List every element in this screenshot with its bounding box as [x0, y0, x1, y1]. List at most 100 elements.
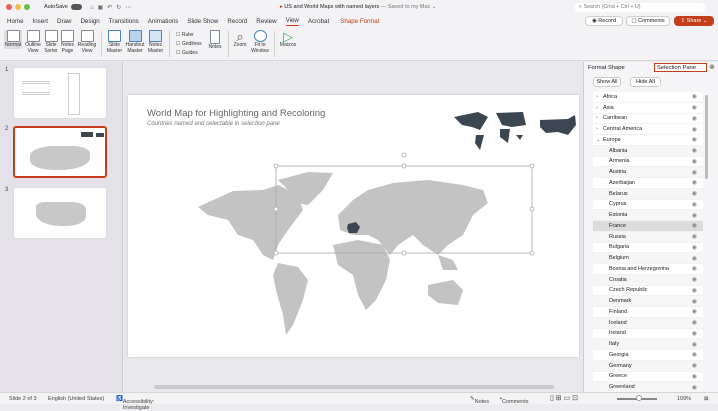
- selection-group[interactable]: › Africa ◉: [593, 92, 703, 103]
- selection-item[interactable]: Armenia ◉: [593, 156, 703, 168]
- horizontal-scrollbar[interactable]: [154, 385, 554, 389]
- tab-insert[interactable]: Insert: [33, 18, 48, 25]
- show-all-button[interactable]: Show All: [593, 77, 621, 87]
- eye-icon[interactable]: ◉: [692, 373, 697, 380]
- eye-icon[interactable]: ◉: [692, 104, 697, 111]
- selection-item[interactable]: France ◉: [593, 221, 703, 232]
- eye-icon[interactable]: ◉: [692, 212, 697, 219]
- selection-item[interactable]: Austria ◉: [593, 167, 703, 178]
- outline-view-button[interactable]: Outline View: [24, 30, 42, 54]
- quick-access-icons[interactable]: ⌂▣↶↻⋯: [90, 4, 135, 11]
- selection-item[interactable]: Azerbaijan ◉: [593, 178, 703, 189]
- selection-item[interactable]: Croatia ◉: [593, 274, 703, 286]
- eye-icon[interactable]: ◉: [692, 147, 697, 154]
- eye-icon[interactable]: ◉: [692, 222, 697, 229]
- slide-master-button[interactable]: Slide Master: [106, 30, 123, 54]
- close-pane-icon[interactable]: ⊗: [709, 63, 715, 71]
- eye-icon[interactable]: ◉: [692, 384, 697, 391]
- eye-icon[interactable]: ◉: [692, 169, 697, 176]
- notes-toggle[interactable]: ✎ Notes: [470, 396, 489, 405]
- eye-icon[interactable]: ◉: [692, 93, 697, 100]
- handout-master-button[interactable]: Handout Master: [125, 30, 145, 54]
- fit-to-window-button[interactable]: Fit to Window: [250, 30, 270, 54]
- selection-item[interactable]: Belarus ◉: [593, 188, 703, 200]
- eye-icon[interactable]: ◉: [692, 330, 697, 337]
- search-input[interactable]: ⌕ Search (Cmd + Ctrl + U): [575, 3, 705, 12]
- language-indicator[interactable]: English (United States): [48, 396, 104, 402]
- eye-icon[interactable]: ◉: [692, 190, 697, 197]
- selection-item[interactable]: Bulgaria ◉: [593, 242, 703, 254]
- selection-item[interactable]: Georgia ◉: [593, 350, 703, 361]
- selection-item[interactable]: Iceland ◉: [593, 317, 703, 329]
- zoom-window-button[interactable]: [24, 4, 30, 10]
- tab-selection-pane[interactable]: Selection Pane: [654, 63, 707, 72]
- eye-icon[interactable]: ◉: [692, 115, 697, 122]
- eye-icon[interactable]: ◉: [692, 308, 697, 315]
- record-button[interactable]: ◉ Record: [585, 16, 623, 26]
- selection-item[interactable]: Estonia ◉: [593, 210, 703, 221]
- eye-icon[interactable]: ◉: [692, 158, 697, 165]
- eye-icon[interactable]: ◉: [692, 287, 697, 294]
- selection-item[interactable]: Denmark ◉: [593, 296, 703, 307]
- eye-icon[interactable]: ◉: [692, 179, 697, 186]
- share-button[interactable]: ⇪ Share ⌄: [674, 16, 714, 26]
- zoom-level[interactable]: 109%: [677, 396, 691, 402]
- minimize-window-button[interactable]: [15, 4, 21, 10]
- selection-item[interactable]: Cyprus ◉: [593, 199, 703, 211]
- selection-item[interactable]: Italy ◉: [593, 339, 703, 350]
- selection-item[interactable]: Bosnia and Herzegovina ◉: [593, 264, 703, 275]
- tab-view[interactable]: View: [285, 17, 299, 26]
- eye-icon[interactable]: ◉: [692, 255, 697, 262]
- hide-all-button[interactable]: Hide All: [630, 77, 661, 87]
- slide-sorter-button[interactable]: Slide Sorter: [43, 30, 59, 54]
- eye-icon[interactable]: ◉: [692, 298, 697, 305]
- selection-item[interactable]: Russia ◉: [593, 231, 703, 243]
- normal-view-button[interactable]: Normal: [4, 30, 22, 49]
- reading-view-button[interactable]: Reading View: [77, 30, 97, 54]
- selection-item[interactable]: Belgium ◉: [593, 253, 703, 264]
- ruler-checkbox[interactable]: ☐ Ruler: [176, 31, 202, 40]
- chevron-right-icon[interactable]: ›: [596, 115, 603, 121]
- slide-thumbnail-1[interactable]: [13, 67, 107, 119]
- eye-icon[interactable]: ◉: [692, 319, 697, 326]
- selection-item[interactable]: Germany ◉: [593, 360, 703, 372]
- tab-home[interactable]: Home: [7, 18, 24, 25]
- eye-icon[interactable]: ◉: [692, 244, 697, 251]
- slide-canvas[interactable]: World Map for Highlighting and Recolorin…: [128, 95, 579, 357]
- chevron-right-icon[interactable]: ›: [596, 126, 603, 132]
- fit-slide-icon[interactable]: ⊠: [704, 396, 709, 402]
- eye-icon[interactable]: ◉: [692, 276, 697, 283]
- comments-button[interactable]: ▢ Comments: [626, 16, 670, 26]
- chevron-right-icon[interactable]: ›: [596, 105, 603, 111]
- tab-transitions[interactable]: Transitions: [109, 18, 139, 25]
- chevron-down-icon[interactable]: ⌄: [596, 137, 603, 143]
- selection-group[interactable]: ⌄ Europe ◉: [593, 135, 703, 146]
- vertical-scrollbar[interactable]: [705, 95, 708, 179]
- tab-record[interactable]: Record: [227, 18, 247, 25]
- zoom-slider-knob[interactable]: [636, 395, 642, 401]
- eye-icon[interactable]: ◉: [692, 126, 697, 133]
- selection-item[interactable]: Greenland ◉: [593, 382, 703, 392]
- guides-checkbox[interactable]: ☐ Guides: [176, 49, 202, 58]
- tab-draw[interactable]: Draw: [57, 18, 71, 25]
- eye-icon[interactable]: ◉: [692, 233, 697, 240]
- notes-page-button[interactable]: Notes Page: [60, 30, 75, 54]
- close-window-button[interactable]: [6, 4, 12, 10]
- selection-group[interactable]: › Carribean ◉: [593, 114, 703, 125]
- macros-button[interactable]: ▷ Macros: [279, 30, 297, 49]
- accessibility-button[interactable]: ♿ Accessibility: Investigate: [116, 396, 154, 411]
- selection-group[interactable]: › Asia ◉: [593, 103, 703, 114]
- tab-animations[interactable]: Animations: [148, 18, 179, 25]
- eye-icon[interactable]: ◉: [692, 351, 697, 358]
- eye-icon[interactable]: ◉: [692, 341, 697, 348]
- selection-item[interactable]: Greece ◉: [593, 371, 703, 383]
- eye-icon[interactable]: ◉: [692, 201, 697, 208]
- eye-icon[interactable]: ◉: [692, 362, 697, 369]
- zoom-button[interactable]: ⌕ Zoom: [232, 30, 248, 49]
- chevron-right-icon[interactable]: ›: [596, 94, 603, 100]
- comments-toggle[interactable]: ▪ Comments: [500, 396, 529, 405]
- notes-master-button[interactable]: Notes Master: [147, 30, 164, 54]
- autosave-toggle[interactable]: [70, 4, 82, 10]
- eye-icon[interactable]: ◉: [692, 265, 697, 272]
- view-buttons[interactable]: ▯ ⊞ ▭ ⊡: [550, 394, 578, 402]
